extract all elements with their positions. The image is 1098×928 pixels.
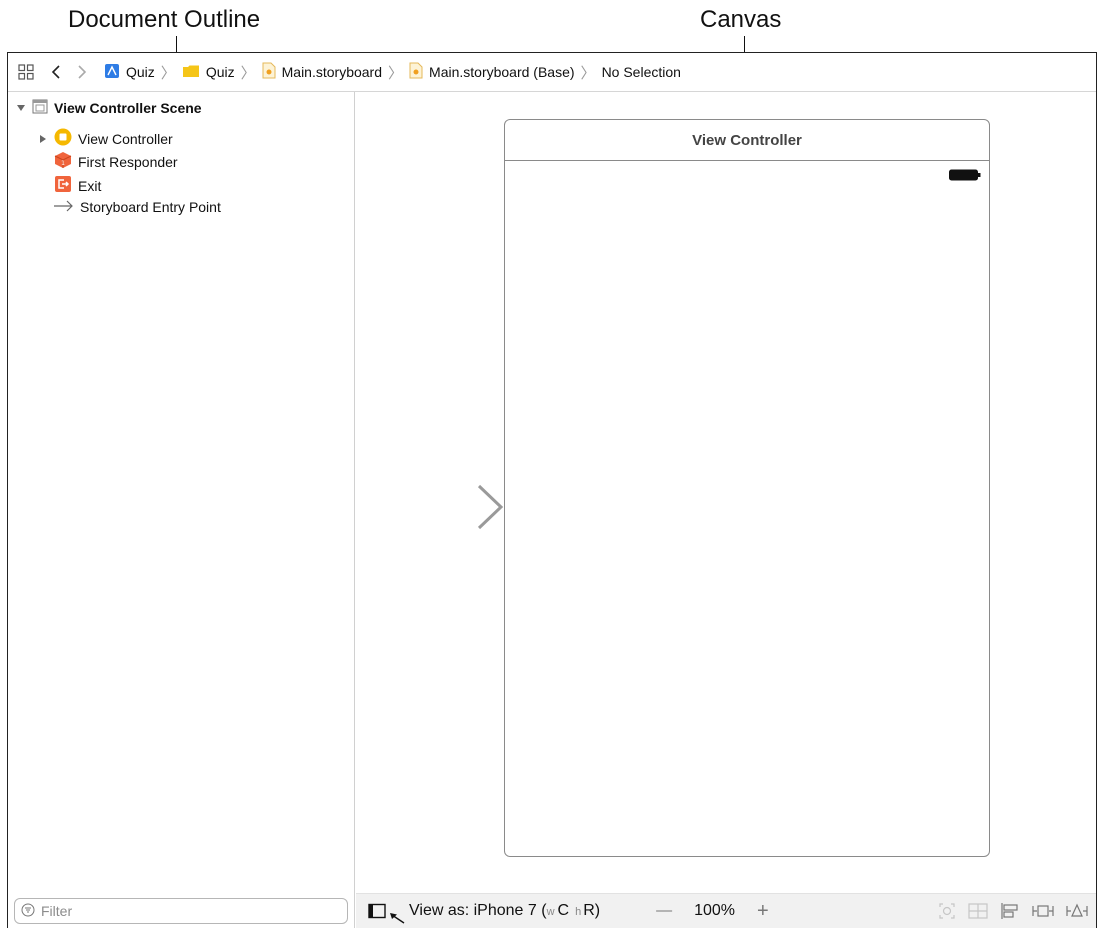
first-responder-icon: 1 (54, 151, 72, 172)
crumb-separator-icon: 〉 (160, 64, 176, 82)
outline-item-label: First Responder (78, 153, 178, 170)
crumb-no-selection[interactable]: No Selection (602, 64, 681, 80)
crumb-separator-icon: 〉 (580, 64, 596, 82)
scene-title: View Controller (692, 131, 802, 149)
callout-document-outline: Document Outline (68, 6, 261, 33)
view-as-label: View as: iPhone 7 ( (409, 902, 547, 919)
crumb-label: Quiz (205, 64, 235, 80)
battery-icon (949, 168, 981, 186)
pointer-arrow-icon (389, 912, 405, 924)
canvas-bottom-bar: View as: iPhone 7 (w Ch R) — 100% + (356, 893, 1096, 928)
folder-icon (182, 64, 200, 81)
zoom-in-button[interactable]: + (757, 900, 769, 923)
storyboard-file-icon (409, 62, 423, 82)
crumb-project[interactable]: Quiz (104, 63, 155, 82)
back-chevron-icon[interactable] (50, 64, 62, 80)
initial-view-controller-arrow-icon (376, 484, 504, 535)
resolve-issues-icon[interactable] (1066, 902, 1088, 920)
crumb-separator-icon: 〉 (240, 64, 256, 82)
canvas[interactable]: View Controller View as: iPhone 7 (w Ch R)… (356, 92, 1096, 928)
crumb-label: Main.storyboard (281, 64, 383, 80)
callout-canvas: Canvas (700, 6, 782, 33)
outline-item-first-responder[interactable]: 1 First Responder (54, 151, 178, 172)
add-constraints-icon[interactable] (1032, 902, 1054, 920)
zoom-level: 100% (694, 902, 736, 919)
outline-item-label: Exit (78, 177, 102, 194)
entry-arrow-icon (54, 199, 74, 215)
crumb-storyboard-base[interactable]: Main.storyboard (Base) (409, 62, 575, 82)
view-as-device[interactable]: View as: iPhone 7 (w Ch R) (409, 902, 600, 920)
size-class-close: ) (594, 902, 601, 919)
outline-filter-field[interactable]: Filter (14, 898, 348, 924)
crumb-label: Main.storyboard (Base) (429, 64, 575, 80)
outline-item-entry-point[interactable]: Storyboard Entry Point (54, 199, 221, 215)
crumb-separator-icon: 〉 (388, 64, 404, 82)
outline-scene-row[interactable]: View Controller Scene (16, 99, 202, 117)
disclosure-triangle-down-icon[interactable] (16, 100, 26, 116)
xcode-window: Quiz 〉 Quiz 〉 Main.storyboard 〉 Main.sto… (7, 52, 1097, 928)
view-controller-scene[interactable]: View Controller (504, 119, 990, 857)
svg-text:1: 1 (61, 160, 65, 167)
scene-label: View Controller Scene (54, 100, 202, 116)
outline-item-view-controller[interactable]: View Controller (38, 128, 173, 149)
size-class-h: h (575, 906, 582, 918)
scene-title-bar[interactable]: View Controller (505, 120, 989, 161)
size-class-c: C (557, 902, 570, 919)
related-items-grid-icon[interactable] (16, 64, 36, 80)
toggle-outline-icon[interactable] (368, 903, 386, 919)
crumb-label: Quiz (126, 64, 155, 80)
exit-icon (54, 175, 72, 196)
crumb-storyboard[interactable]: Main.storyboard (262, 62, 382, 82)
outline-item-exit[interactable]: Exit (54, 175, 101, 196)
zoom-out-button[interactable]: — (656, 902, 672, 920)
outline-item-label: View Controller (78, 130, 173, 147)
crumb-folder[interactable]: Quiz (182, 64, 235, 81)
view-controller-icon (54, 128, 72, 149)
filter-placeholder: Filter (41, 903, 73, 919)
storyboard-file-icon (262, 62, 276, 82)
disclosure-triangle-right-icon[interactable] (38, 131, 48, 147)
size-class-w: w (546, 906, 555, 918)
filter-icon (21, 903, 35, 920)
jump-bar: Quiz 〉 Quiz 〉 Main.storyboard 〉 Main.sto… (8, 53, 1096, 92)
embed-in-stack-icon[interactable] (968, 902, 988, 920)
scene-icon (32, 99, 48, 117)
forward-chevron-icon[interactable] (76, 64, 88, 80)
document-outline: View Controller Scene View Controller 1 … (8, 92, 355, 928)
size-class-r: R (583, 902, 595, 919)
project-icon (104, 63, 120, 82)
align-icon[interactable] (1000, 902, 1020, 920)
outline-item-label: Storyboard Entry Point (80, 199, 221, 215)
crumb-label: No Selection (601, 64, 681, 80)
update-frames-icon[interactable] (938, 902, 956, 920)
